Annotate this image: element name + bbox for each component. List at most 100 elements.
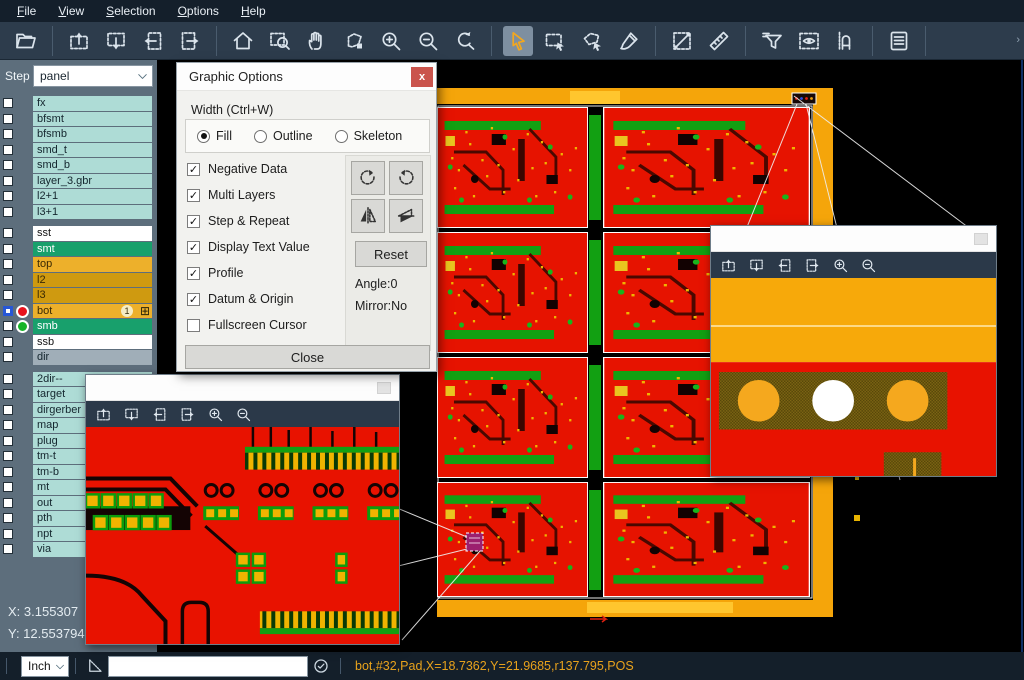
step-select[interactable]: panel	[33, 65, 153, 87]
layer-visibility-checkbox[interactable]	[3, 337, 13, 347]
layer-row[interactable]: sst	[0, 226, 157, 241]
layer-name[interactable]: sst	[33, 226, 152, 241]
layer-name[interactable]: fx	[33, 96, 152, 111]
toolbar-button[interactable]	[831, 26, 861, 56]
menu-item[interactable]: Help	[230, 2, 277, 20]
magnifier-toolbar-button[interactable]	[832, 257, 849, 274]
toolbar-button[interactable]	[175, 26, 205, 56]
close-button[interactable]: Close	[185, 345, 430, 369]
layer-visibility-checkbox[interactable]	[3, 321, 13, 331]
layer-visibility-checkbox[interactable]	[3, 306, 13, 316]
checkbox[interactable]	[187, 319, 200, 332]
toolbar-button[interactable]	[413, 26, 443, 56]
magnifier-title-bar[interactable]	[711, 226, 996, 252]
layer-visibility-checkbox[interactable]	[3, 544, 13, 554]
display-option-row[interactable]: Datum & Origin	[187, 286, 347, 312]
layer-row[interactable]: bfsmb	[0, 127, 157, 142]
toolbar-button[interactable]	[667, 26, 697, 56]
menu-item[interactable]: File	[6, 2, 47, 20]
layer-name[interactable]: smb	[33, 319, 152, 334]
layer-visibility-checkbox[interactable]	[3, 529, 13, 539]
toolbar-button[interactable]	[757, 26, 787, 56]
layer-name[interactable]: bfsmb	[33, 127, 152, 142]
menu-item[interactable]: Options	[167, 2, 230, 20]
toolbar-button[interactable]	[704, 26, 734, 56]
display-option-row[interactable]: Multi Layers	[187, 182, 347, 208]
toolbar-button[interactable]	[228, 26, 258, 56]
magnifier-toolbar-button[interactable]	[720, 257, 737, 274]
layer-name[interactable]: l3+1	[33, 205, 152, 220]
magnifier-toolbar-button[interactable]	[235, 406, 252, 423]
magnifier-toolbar-button[interactable]	[151, 406, 168, 423]
layer-row[interactable]: layer_3.gbr	[0, 174, 157, 189]
layer-visibility-checkbox[interactable]	[3, 389, 13, 399]
layer-visibility-checkbox[interactable]	[3, 98, 13, 108]
layer-name[interactable]: top	[33, 257, 152, 272]
layer-row[interactable]: smd_b	[0, 158, 157, 173]
checkbox[interactable]	[187, 189, 200, 202]
layer-visibility-checkbox[interactable]	[3, 228, 13, 238]
window-control-button[interactable]	[377, 382, 391, 394]
layer-row[interactable]: bfsmt	[0, 112, 157, 127]
layer-row[interactable]: top	[0, 257, 157, 272]
checkbox[interactable]	[187, 241, 200, 254]
layer-visibility-checkbox[interactable]	[3, 498, 13, 508]
layer-grid-icon[interactable]	[140, 304, 150, 318]
layer-visibility-checkbox[interactable]	[3, 352, 13, 362]
toolbar-button[interactable]	[339, 26, 369, 56]
rotate-ccw-button[interactable]	[389, 161, 423, 195]
magnifier-toolbar-button[interactable]	[776, 257, 793, 274]
toolbar-button[interactable]	[302, 26, 332, 56]
fill-mode-radio[interactable]: Fill	[197, 129, 232, 143]
display-option-row[interactable]: Profile	[187, 260, 347, 286]
magnifier-toolbar-button[interactable]	[860, 257, 877, 274]
layer-row[interactable]: smd_t	[0, 143, 157, 158]
checkbox[interactable]	[187, 267, 200, 280]
layer-row[interactable]: ssb	[0, 335, 157, 350]
display-option-row[interactable]: Display Text Value	[187, 234, 347, 260]
layer-visibility-checkbox[interactable]	[3, 259, 13, 269]
layer-visibility-checkbox[interactable]	[3, 176, 13, 186]
magnifier-title-bar[interactable]	[86, 375, 399, 401]
layer-visibility-checkbox[interactable]	[3, 467, 13, 477]
layer-visibility-checkbox[interactable]	[3, 290, 13, 300]
layer-visibility-checkbox[interactable]	[3, 451, 13, 461]
dialog-title-bar[interactable]: Graphic Options x	[177, 63, 436, 91]
layer-visibility-checkbox[interactable]	[3, 207, 13, 217]
rotate-cw-button[interactable]	[351, 161, 385, 195]
layer-row[interactable]: bot 1	[0, 304, 157, 319]
checkbox[interactable]	[187, 163, 200, 176]
layer-row[interactable]: l2+1	[0, 189, 157, 204]
layer-visibility-checkbox[interactable]	[3, 191, 13, 201]
layer-name[interactable]: l3	[33, 288, 152, 303]
layer-name[interactable]: layer_3.gbr	[33, 174, 152, 189]
radio-button[interactable]	[197, 130, 210, 143]
dialog-close-icon[interactable]: x	[411, 67, 433, 87]
unit-select[interactable]: Inch	[21, 656, 69, 677]
layer-visibility-checkbox[interactable]	[3, 513, 13, 523]
layer-visibility-checkbox[interactable]	[3, 114, 13, 124]
layer-name[interactable]: smt	[33, 242, 152, 257]
checkbox[interactable]	[187, 215, 200, 228]
selected-pad-marker[interactable]	[466, 533, 483, 551]
fill-mode-radio[interactable]: Outline	[254, 129, 313, 143]
layer-row[interactable]: l3	[0, 288, 157, 303]
toolbar-button[interactable]	[450, 26, 480, 56]
toolbar-button[interactable]	[138, 26, 168, 56]
toolbar-overflow-chevron[interactable]: ›	[1016, 34, 1020, 46]
menu-item[interactable]: View	[47, 2, 95, 20]
layer-visibility-checkbox[interactable]	[3, 160, 13, 170]
layer-visibility-checkbox[interactable]	[3, 145, 13, 155]
toolbar-button[interactable]	[101, 26, 131, 56]
radio-button[interactable]	[335, 130, 348, 143]
magnifier-toolbar-button[interactable]	[207, 406, 224, 423]
layer-name[interactable]: bot	[33, 304, 152, 319]
layer-visibility-checkbox[interactable]	[3, 244, 13, 254]
toolbar-button[interactable]	[11, 26, 41, 56]
layer-name[interactable]: dir	[33, 350, 152, 365]
layer-name[interactable]: smd_t	[33, 143, 152, 158]
layer-row[interactable]: l2	[0, 273, 157, 288]
layer-row[interactable]: fx	[0, 96, 157, 111]
magnifier-toolbar-button[interactable]	[123, 406, 140, 423]
layer-visibility-checkbox[interactable]	[3, 420, 13, 430]
